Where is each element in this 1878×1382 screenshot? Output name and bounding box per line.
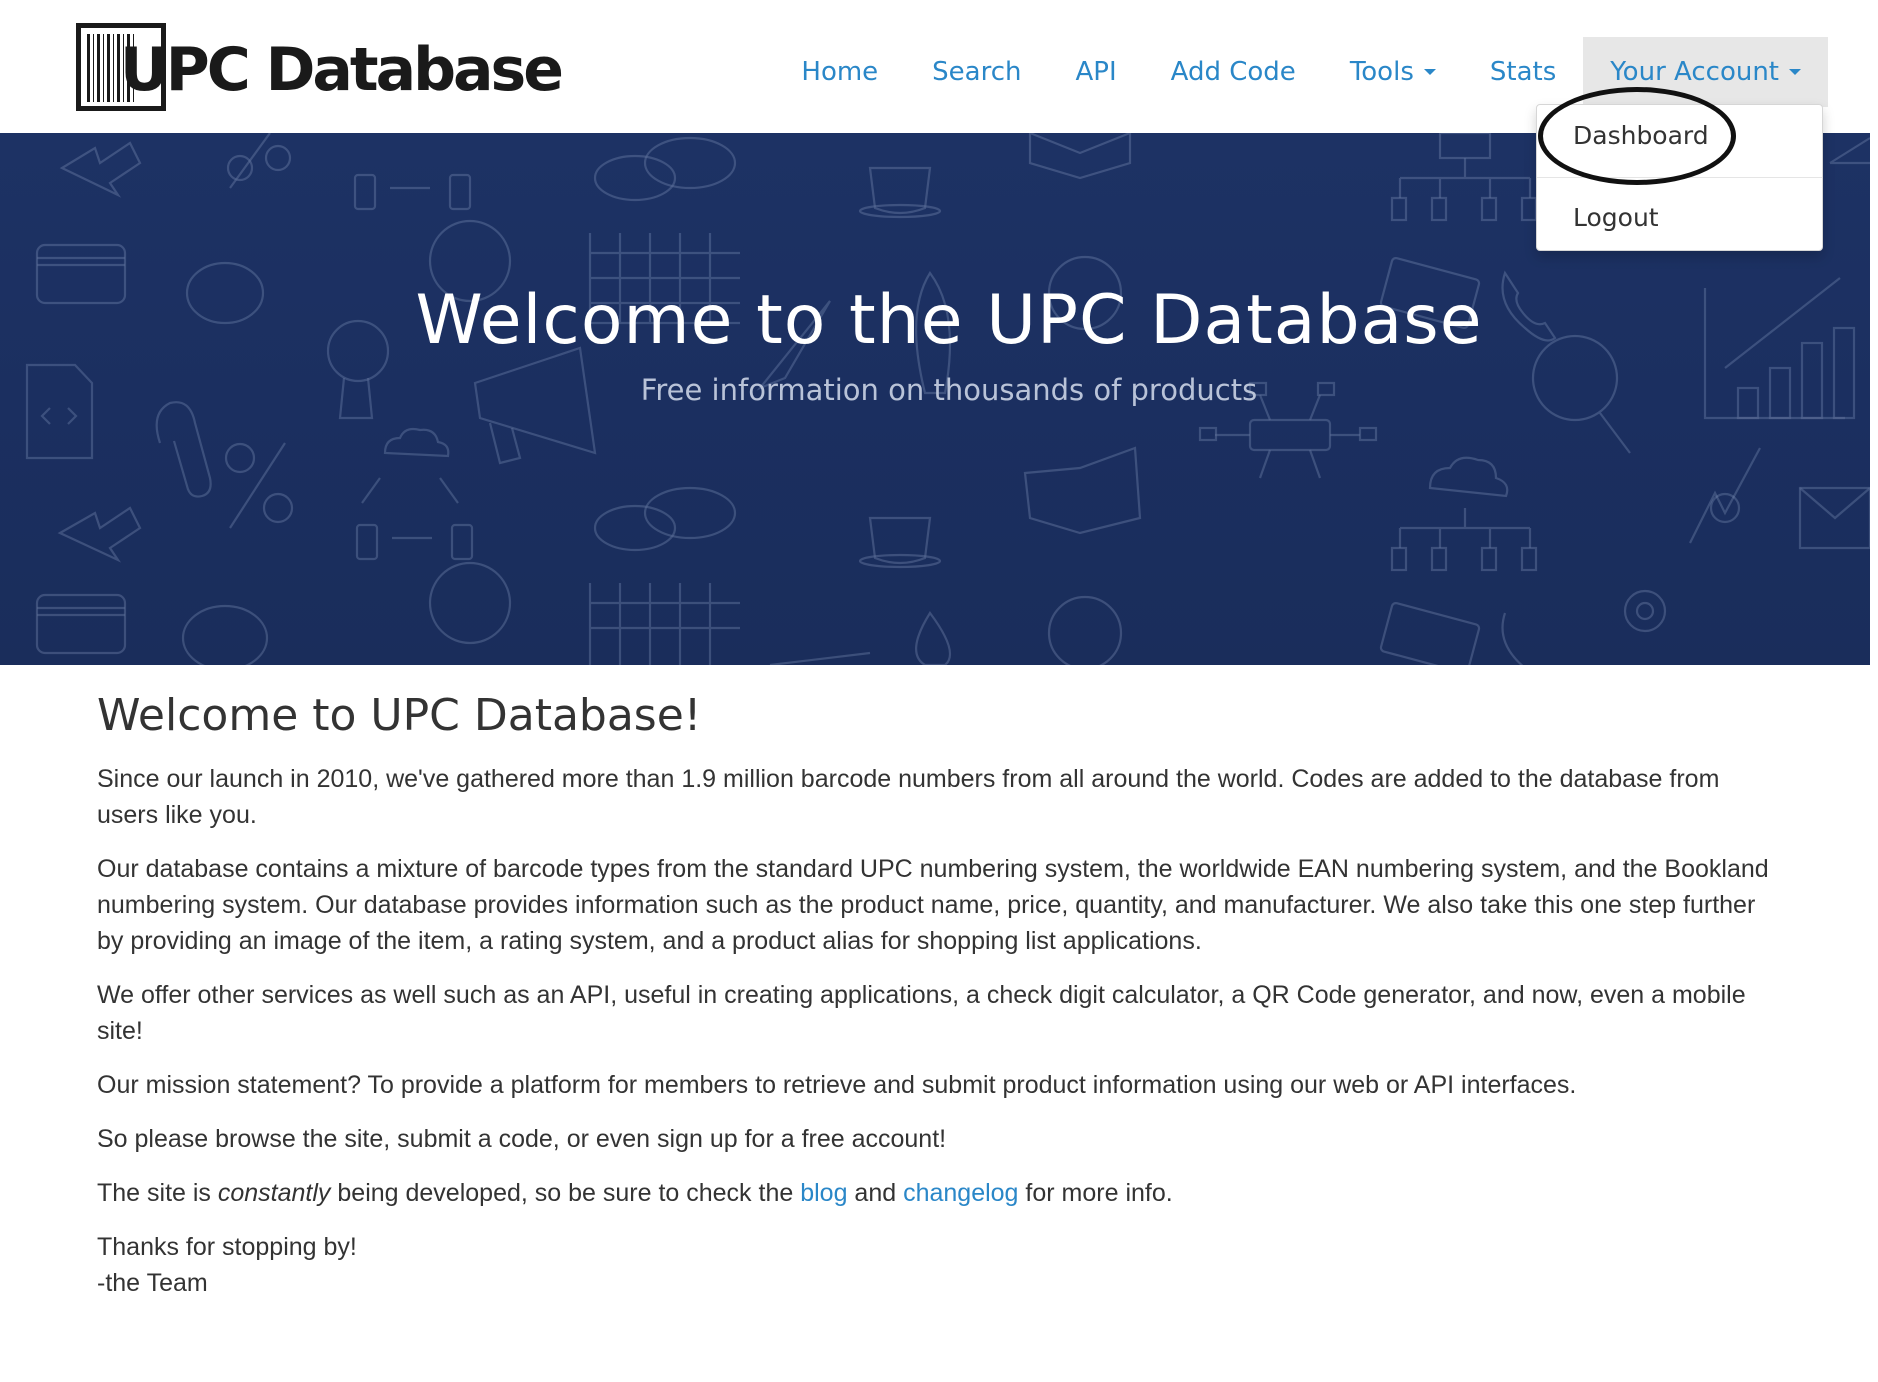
development-text-and: and (847, 1179, 904, 1207)
menu-item-dashboard[interactable]: Dashboard (1573, 121, 1709, 150)
logo-text: UPC Database (120, 35, 564, 105)
page-heading: Welcome to UPC Database! (97, 690, 702, 741)
intro-paragraph: Since our launch in 2010, we've gathered… (97, 765, 1720, 829)
network-doodle-icon (353, 173, 474, 561)
paperclip-doodle-icon (155, 401, 212, 498)
at-sign-doodle-icon (1623, 589, 1667, 633)
menu-item-logout[interactable]: Logout (1573, 203, 1659, 232)
coffee-doodle-icon (858, 166, 942, 569)
nav-stats[interactable]: Stats (1463, 37, 1583, 107)
nav-tools[interactable]: Tools (1323, 37, 1463, 107)
site-logo[interactable]: UPC Database (76, 22, 564, 112)
closing-signature: -the Team (97, 1269, 208, 1297)
caret-down-icon (1789, 69, 1801, 75)
nav-home[interactable]: Home (774, 37, 905, 107)
account-dropdown-menu: Dashboard Logout (1536, 104, 1823, 251)
hero-title: Welcome to the UPC Database (415, 281, 1483, 360)
caret-down-icon (1423, 69, 1436, 75)
nav-search[interactable]: Search (905, 37, 1048, 107)
development-text-before: The site is (97, 1179, 218, 1207)
nav-your-account[interactable]: Your Account (1583, 37, 1828, 107)
services-paragraph: We offer other services as well such as … (97, 981, 1746, 1045)
hero-subtitle: Free information on thousands of product… (640, 373, 1258, 407)
mission-paragraph: Our mission statement? To provide a plat… (97, 1071, 1577, 1099)
main-nav: Home Search API Add Code Tools Stats You… (774, 37, 1828, 107)
development-text-middle: being developed, so be sure to check the (330, 1179, 801, 1207)
development-text-after: for more info. (1018, 1179, 1173, 1207)
nav-your-account-label: Your Account (1610, 57, 1779, 87)
nav-tools-label: Tools (1349, 57, 1414, 87)
menu-divider (1537, 177, 1822, 178)
emphasis-constantly: constantly (217, 1179, 331, 1207)
barcode-types-paragraph: Our database contains a mixture of barco… (97, 855, 1769, 955)
nav-api[interactable]: API (1049, 37, 1144, 107)
blog-link[interactable]: blog (800, 1179, 847, 1207)
changelog-link[interactable]: changelog (903, 1179, 1018, 1207)
closing-thanks: Thanks for stopping by! (97, 1233, 357, 1261)
nav-add-code[interactable]: Add Code (1144, 37, 1323, 107)
closing-paragraph: Thanks for stopping by! -the Team (97, 1229, 1787, 1301)
main-content: Welcome to UPC Database! Since our launc… (97, 690, 1797, 1319)
browse-paragraph: So please browse the site, submit a code… (97, 1125, 947, 1153)
development-paragraph: The site is constantly being developed, … (97, 1175, 1787, 1211)
